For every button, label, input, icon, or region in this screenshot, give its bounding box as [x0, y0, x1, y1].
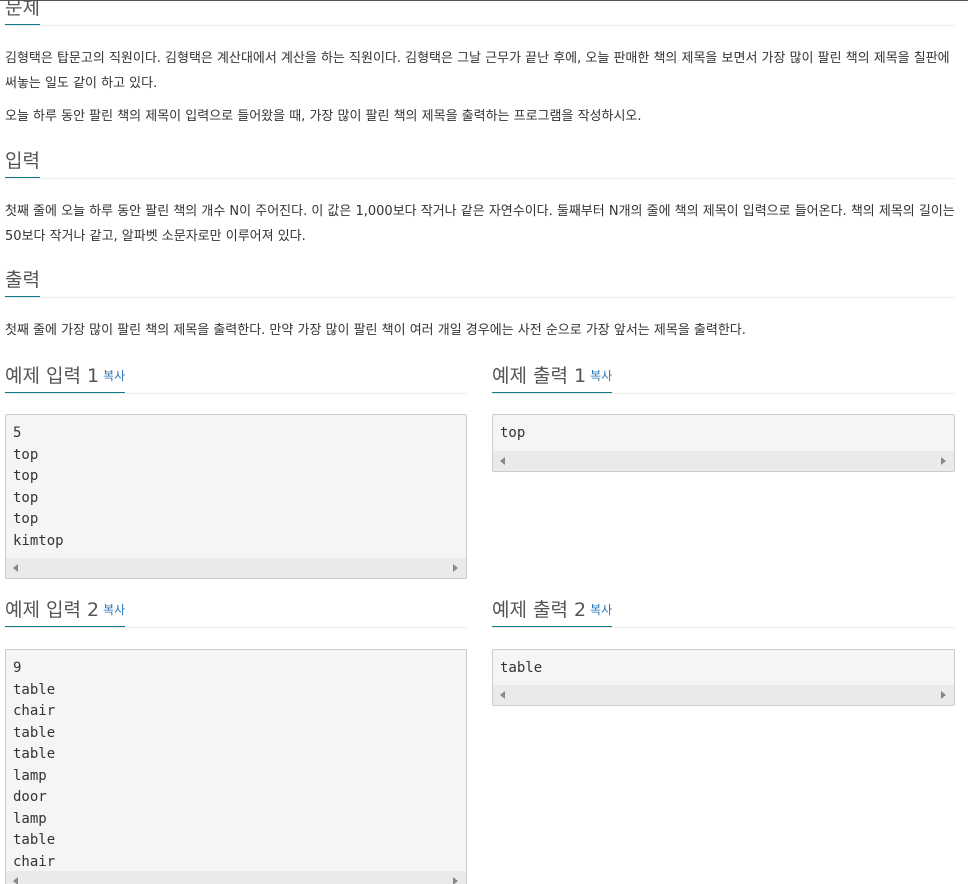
sample-output-2-title-text: 예제 출력 2 — [492, 599, 587, 621]
sample-output-1-title-text: 예제 출력 1 — [492, 365, 587, 387]
problem-description: 김형택은 탑문고의 직원이다. 김형택은 계산대에서 계산을 하는 직원이다. … — [5, 51, 950, 91]
scroll-right-arrow-icon[interactable] — [941, 457, 946, 465]
problem-task: 오늘 하루 동안 팔린 책의 제목이 입력으로 들어왔을 때, 가장 많이 팔린… — [5, 109, 642, 124]
sample-input-2-title-text: 예제 입력 2 — [5, 599, 100, 621]
scroll-left-arrow-icon[interactable] — [13, 877, 18, 884]
problem-title: 문제 — [5, 0, 40, 25]
horizontal-scrollbar[interactable] — [6, 558, 466, 578]
code-line: top — [13, 446, 39, 463]
sample-input-1-section: 예제 입력 1 복사 — [5, 365, 467, 394]
sample-output-2-headline: 예제 출력 2 복사 — [492, 599, 955, 628]
sample-output-2-section: 예제 출력 2 복사 — [492, 599, 955, 628]
scroll-left-arrow-icon[interactable] — [500, 691, 505, 699]
scroll-right-arrow-icon[interactable] — [453, 564, 458, 572]
code-line: top — [500, 425, 526, 441]
copy-button-sample-input-1[interactable]: 복사 — [103, 369, 125, 383]
sample-output-1-lines: top — [500, 423, 947, 445]
sample-input-1-title-text: 예제 입력 1 — [5, 365, 100, 387]
scroll-right-arrow-icon[interactable] — [453, 877, 458, 884]
scroll-right-arrow-icon[interactable] — [941, 691, 946, 699]
horizontal-scrollbar[interactable] — [493, 451, 954, 471]
sample-input-1-title: 예제 입력 1 복사 — [5, 365, 126, 393]
scroll-left-arrow-icon[interactable] — [500, 457, 505, 465]
horizontal-scrollbar[interactable] — [493, 685, 954, 705]
input-section: 입력 — [5, 150, 955, 179]
sample-output-1-title: 예제 출력 1 복사 — [492, 365, 613, 393]
problem-section: 문제 — [5, 0, 955, 26]
sample-output-1-box[interactable]: top — [492, 414, 955, 472]
sample-input-2-section: 예제 입력 2 복사 — [5, 599, 467, 628]
code-line: top — [13, 468, 39, 484]
copy-button-sample-input-2[interactable]: 복사 — [103, 603, 125, 617]
horizontal-scrollbar[interactable] — [6, 871, 466, 884]
code-line: top — [13, 489, 39, 506]
code-line: table — [13, 681, 56, 698]
code-line: lamp — [13, 810, 47, 827]
output-headline: 출력 — [5, 269, 955, 298]
sample-input-2-title: 예제 입력 2 복사 — [5, 599, 126, 627]
code-line: door — [13, 789, 47, 805]
copy-button-sample-output-2[interactable]: 복사 — [590, 603, 612, 617]
sample-output-2-lines: table — [500, 658, 947, 680]
input-headline: 입력 — [5, 150, 955, 179]
sample-input-2-box[interactable]: 9 table chair table table lamp door lamp… — [5, 649, 467, 884]
input-title: 입력 — [5, 150, 40, 178]
sample-input-2-lines: 9 table chair table table lamp door lamp… — [13, 658, 459, 873]
sample-output-2-title: 예제 출력 2 복사 — [492, 599, 613, 627]
sample-output-1-headline: 예제 출력 1 복사 — [492, 365, 955, 394]
sample-input-1-headline: 예제 입력 1 복사 — [5, 365, 467, 394]
sample-input-1-lines: 5 top top top top kimtop — [13, 423, 459, 552]
code-line: 9 — [13, 660, 22, 676]
code-line: kimtop — [13, 532, 64, 549]
input-description: 첫째 줄에 오늘 하루 동안 팔린 책의 개수 N이 주어진다. 이 값은 1,… — [5, 204, 955, 244]
code-line: table — [500, 660, 543, 676]
code-line: lamp — [13, 767, 47, 784]
code-line: top — [13, 511, 39, 527]
code-line: table — [13, 746, 56, 762]
problem-headline: 문제 — [5, 0, 955, 26]
code-line: table — [13, 832, 56, 848]
code-line: chair — [13, 853, 56, 870]
output-title: 출력 — [5, 269, 40, 297]
code-line: 5 — [13, 425, 22, 441]
sample-input-2-headline: 예제 입력 2 복사 — [5, 599, 467, 628]
output-section: 출력 — [5, 269, 955, 298]
sample-input-1-box[interactable]: 5 top top top top kimtop — [5, 414, 467, 579]
copy-button-sample-output-1[interactable]: 복사 — [590, 369, 612, 383]
sample-output-1-section: 예제 출력 1 복사 — [492, 365, 955, 394]
code-line: table — [13, 724, 56, 741]
code-line: chair — [13, 703, 56, 719]
sample-output-2-box[interactable]: table — [492, 649, 955, 706]
output-description: 첫째 줄에 가장 많이 팔린 책의 제목을 출력한다. 만약 가장 많이 팔린 … — [5, 323, 746, 338]
scroll-left-arrow-icon[interactable] — [13, 564, 18, 572]
